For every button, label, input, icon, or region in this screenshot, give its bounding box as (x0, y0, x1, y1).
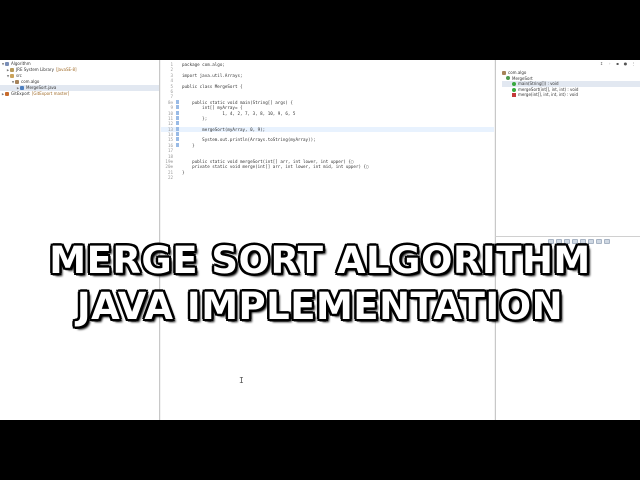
outline-item[interactable]: merge(int[], int, int, int) : void (502, 92, 640, 98)
outline-toolbar: ↕ ◦ ▪ ● ⋮ (496, 60, 640, 68)
code-editor[interactable]: 1 package com.algo; 2 3 import java.util.Arr… (161, 60, 494, 420)
change-marker (176, 148, 179, 152)
open-console-icon[interactable] (580, 239, 586, 244)
hide-static-icon[interactable]: ▪ (615, 62, 620, 66)
sort-icon[interactable]: ↕ (599, 62, 604, 66)
bottom-view-panel (495, 236, 640, 420)
change-marker (176, 170, 179, 174)
private-method-icon (512, 93, 516, 98)
ide-window: ▼ Algorithm ▶ JRE System Library [JavaSE… (0, 60, 640, 420)
change-marker (176, 110, 179, 115)
new-view-icon[interactable] (596, 239, 602, 244)
outline-tree: com.algo MergeSort main(String[]) : void me… (496, 70, 640, 98)
maximize-icon[interactable] (604, 239, 610, 244)
code-lines[interactable]: 1 package com.algo; 2 3 import java.util.Arr… (161, 62, 494, 181)
code-line[interactable]: 22 (161, 175, 494, 180)
line-number: 22 (167, 175, 173, 181)
tree-item-label: GitExport (11, 91, 30, 96)
project-icon (5, 62, 9, 66)
view-menu-icon[interactable]: ⋮ (631, 62, 636, 66)
change-marker (176, 132, 179, 137)
view-toolbar (548, 239, 610, 245)
change-marker (176, 142, 179, 147)
hide-nonpublic-icon[interactable]: ● (623, 62, 628, 66)
library-icon (10, 68, 14, 72)
tree-item-gitexport[interactable]: ▶ GitExport [GitExport master] (0, 91, 159, 97)
package-explorer: ▼ Algorithm ▶ JRE System Library [JavaSE… (0, 60, 160, 420)
change-marker (176, 126, 179, 131)
change-marker (176, 99, 179, 104)
outline-view: ↕ ◦ ▪ ● ⋮ com.algo MergeSort main(String[]… (495, 60, 640, 236)
link-icon[interactable] (564, 239, 570, 244)
change-marker (176, 137, 179, 142)
tree-item-decoration: [GitExport master] (31, 91, 70, 96)
change-marker (176, 62, 179, 66)
class-icon (506, 76, 510, 81)
source-folder-icon (10, 74, 14, 78)
java-file-icon (20, 86, 24, 90)
pin-icon[interactable] (556, 239, 562, 244)
outline-item-label: merge(int[], int, int, int) : void (518, 92, 579, 98)
change-marker (176, 164, 179, 168)
display-console-icon[interactable] (588, 239, 594, 244)
change-marker (176, 73, 179, 77)
text-cursor-icon: I (239, 376, 244, 385)
public-method-icon (512, 87, 516, 92)
change-marker (176, 84, 179, 88)
change-marker (176, 105, 179, 110)
package-icon (15, 80, 19, 84)
package-icon (502, 70, 506, 75)
filter-icon[interactable] (572, 239, 578, 244)
change-marker (176, 115, 179, 120)
change-marker (176, 175, 179, 179)
change-marker (176, 67, 179, 71)
minimize-icon[interactable] (548, 239, 554, 244)
public-method-icon (512, 81, 516, 86)
change-marker (176, 94, 179, 98)
git-project-icon (5, 92, 9, 96)
change-marker (176, 78, 179, 82)
change-marker (176, 154, 179, 158)
change-marker (176, 159, 179, 163)
hide-fields-icon[interactable]: ◦ (607, 62, 612, 66)
tree-item-decoration: [JavaSE-8] (55, 67, 77, 72)
change-marker (176, 121, 179, 126)
change-marker (176, 89, 179, 93)
